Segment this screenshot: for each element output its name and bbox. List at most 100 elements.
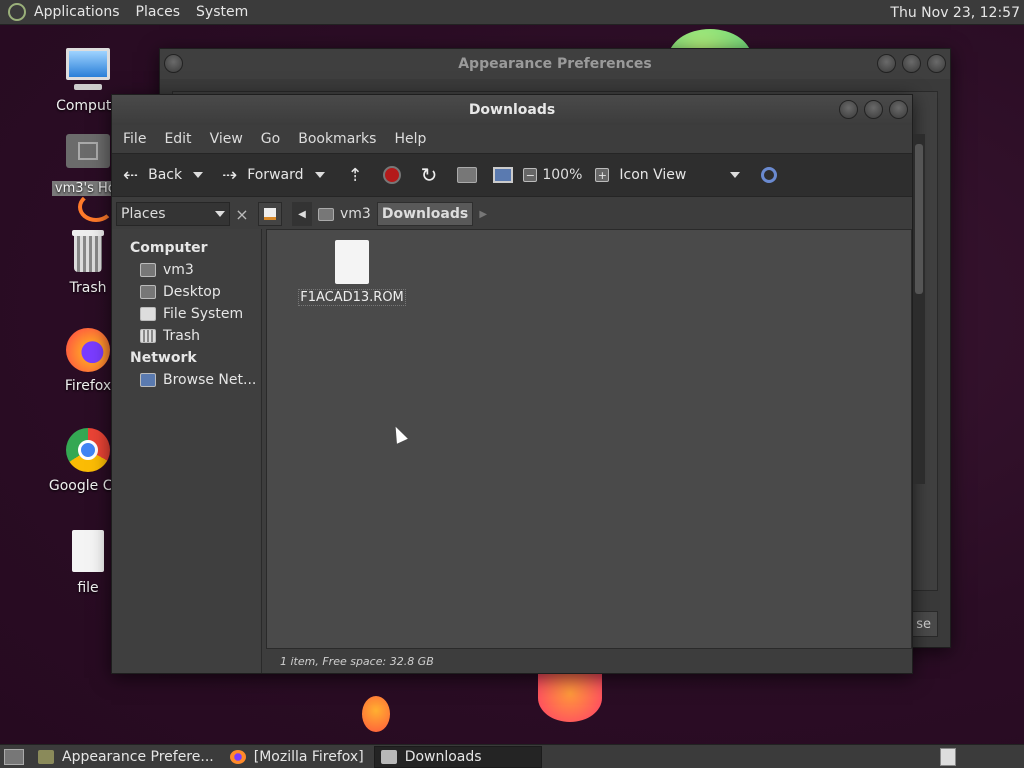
- firefox-icon: [64, 326, 112, 374]
- workspace-switcher[interactable]: [940, 748, 956, 766]
- sidebar-item-browse-network[interactable]: Browse Net...: [112, 369, 261, 391]
- computer-icon: [493, 167, 514, 183]
- home-button[interactable]: [452, 157, 482, 193]
- toolbar: ⇠ Back ⇢ Forward ⇡ ↻ − 100% + Icon View: [112, 153, 912, 197]
- document-icon: [335, 240, 369, 284]
- sidebar-item-label: File System: [163, 306, 244, 322]
- reload-button[interactable]: ↻: [416, 157, 443, 193]
- stop-icon: [382, 166, 401, 184]
- search-button[interactable]: [756, 157, 782, 193]
- window-titlebar[interactable]: Appearance Preferences: [160, 49, 950, 79]
- network-icon: [140, 373, 156, 387]
- folder-icon: [380, 749, 397, 764]
- breadcrumb-item-downloads[interactable]: Downloads: [376, 202, 474, 226]
- breadcrumb-scroll-right[interactable]: ▶: [473, 202, 493, 226]
- edit-location-icon: [264, 208, 276, 220]
- minimize-button[interactable]: [877, 54, 896, 73]
- menu-file[interactable]: File: [114, 131, 155, 147]
- window-menu-button[interactable]: [164, 54, 183, 73]
- menu-view[interactable]: View: [201, 131, 252, 147]
- maximize-button[interactable]: [864, 100, 883, 119]
- mouse-cursor-icon: [390, 424, 408, 444]
- file-manager-window[interactable]: Downloads File Edit View Go Bookmarks He…: [111, 94, 913, 674]
- breadcrumb: ◀ vm3 Downloads ▶: [292, 202, 493, 226]
- up-button[interactable]: ⇡: [343, 157, 368, 193]
- task-appearance-preferences[interactable]: Appearance Prefere...: [32, 746, 220, 768]
- applications-menu[interactable]: Applications: [26, 0, 128, 25]
- breadcrumb-scroll-left[interactable]: ◀: [292, 202, 312, 226]
- wallpaper-blob-small: [362, 696, 390, 732]
- maximize-button[interactable]: [902, 54, 921, 73]
- trash-icon: [64, 228, 112, 276]
- trash-icon: [140, 329, 156, 343]
- sidebar-item-label: Trash: [163, 328, 200, 344]
- breadcrumb-item-vm3[interactable]: vm3: [312, 202, 377, 226]
- breadcrumb-label: vm3: [340, 206, 371, 222]
- system-menu[interactable]: System: [188, 0, 256, 25]
- bottom-panel: Appearance Prefere... [Mozilla Firefox] …: [0, 744, 1024, 768]
- sidebar-selector[interactable]: Places: [116, 202, 230, 226]
- toggle-location-entry-button[interactable]: [258, 202, 282, 226]
- forward-button[interactable]: ⇢ Forward: [217, 157, 308, 193]
- task-label: Downloads: [404, 748, 482, 765]
- sidebar-selector-value: Places: [121, 206, 166, 222]
- task-label: [Mozilla Firefox]: [253, 748, 364, 765]
- document-icon: [64, 528, 112, 576]
- forward-label: Forward: [247, 167, 304, 183]
- back-history-dropdown[interactable]: [193, 172, 204, 178]
- file-view[interactable]: F1ACAD13.ROM: [266, 229, 912, 649]
- back-arrow-icon: ⇠: [123, 164, 139, 186]
- sidebar-item-label: Desktop: [163, 284, 221, 300]
- places-sidebar: Computer vm3 Desktop File System Trash N…: [112, 229, 262, 673]
- close-button[interactable]: [889, 100, 908, 119]
- breadcrumb-label: Downloads: [381, 206, 469, 222]
- firefox-icon: [229, 749, 246, 764]
- sidebar-item-desktop[interactable]: Desktop: [112, 281, 261, 303]
- location-bar: Places × ◀ vm3 Downloads ▶: [112, 197, 912, 231]
- forward-history-dropdown[interactable]: [314, 172, 325, 178]
- home-folder-icon: [318, 207, 334, 221]
- chrome-icon: [64, 426, 112, 474]
- minimize-button[interactable]: [839, 100, 858, 119]
- zoom-in-icon: +: [595, 168, 610, 182]
- sidebar-item-vm3[interactable]: vm3: [112, 259, 261, 281]
- zoom-in-button[interactable]: +: [590, 157, 614, 193]
- view-mode-select[interactable]: Icon View: [614, 157, 724, 193]
- menu-help[interactable]: Help: [385, 131, 435, 147]
- file-name: F1ACAD13.ROM: [298, 289, 406, 306]
- forward-arrow-icon: ⇢: [222, 164, 238, 186]
- up-arrow-icon: ⇡: [347, 164, 363, 186]
- file-item[interactable]: F1ACAD13.ROM: [297, 240, 407, 306]
- window-title: Downloads: [468, 102, 556, 118]
- sidebar-item-file-system[interactable]: File System: [112, 303, 261, 325]
- sidebar-header-network: Network: [130, 350, 197, 366]
- drive-icon: [140, 307, 156, 321]
- sidebar-item-trash[interactable]: Trash: [112, 325, 261, 347]
- distro-logo-icon[interactable]: [8, 3, 26, 21]
- places-menu[interactable]: Places: [128, 0, 189, 25]
- stop-button[interactable]: [378, 157, 406, 193]
- sidebar-selector-arrow-icon: [215, 211, 225, 217]
- preferences-icon: [38, 749, 54, 764]
- task-firefox[interactable]: [Mozilla Firefox]: [224, 746, 370, 768]
- menu-edit[interactable]: Edit: [155, 131, 200, 147]
- menu-go[interactable]: Go: [252, 131, 289, 147]
- wallpaper-blob-orange: [538, 674, 602, 722]
- computer-button[interactable]: [488, 157, 518, 193]
- close-sidebar-icon[interactable]: ×: [230, 205, 254, 224]
- close-button[interactable]: [927, 54, 946, 73]
- home-folder-icon: [64, 128, 112, 176]
- clock[interactable]: Thu Nov 23, 12:57: [890, 0, 1020, 25]
- back-button[interactable]: ⇠ Back: [118, 157, 187, 193]
- task-downloads[interactable]: Downloads: [373, 745, 542, 768]
- view-mode-dropdown-arrow[interactable]: [730, 172, 741, 178]
- status-bar: 1 item, Free space: 32.8 GB: [266, 649, 912, 673]
- scrollbar-thumb[interactable]: [915, 144, 923, 294]
- show-desktop-icon[interactable]: [4, 748, 24, 765]
- zoom-out-button[interactable]: −: [518, 157, 542, 193]
- zoom-level: 100%: [542, 167, 583, 183]
- menu-bookmarks[interactable]: Bookmarks: [289, 131, 385, 147]
- zoom-out-icon: −: [523, 168, 538, 182]
- window-titlebar[interactable]: Downloads: [112, 95, 912, 125]
- back-window-scrollbar[interactable]: [913, 134, 925, 484]
